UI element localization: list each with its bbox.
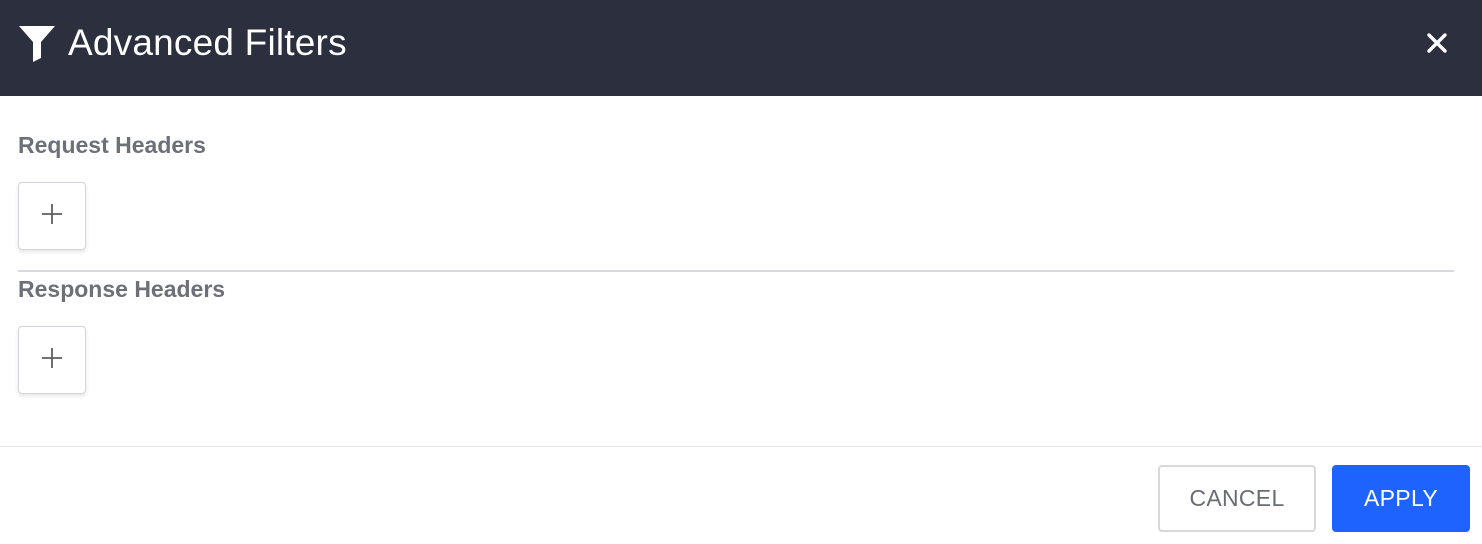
add-response-header-button[interactable] xyxy=(18,326,86,394)
dialog-header: Advanced Filters xyxy=(0,0,1482,96)
request-headers-label: Request Headers xyxy=(18,132,206,158)
cancel-button[interactable]: CANCEL xyxy=(1158,465,1316,532)
add-request-header-button[interactable] xyxy=(18,182,86,250)
dialog-title: Advanced Filters xyxy=(68,22,347,63)
close-icon[interactable] xyxy=(1422,28,1452,58)
plus-icon xyxy=(40,202,64,231)
apply-button[interactable]: APPLY xyxy=(1332,465,1470,532)
dialog-footer: CANCEL APPLY xyxy=(0,446,1482,544)
dialog-body: Request Headers Response Headers xyxy=(0,96,1482,446)
plus-icon xyxy=(40,346,64,375)
section-divider xyxy=(18,270,1454,272)
advanced-filters-dialog: Advanced Filters Request Headers Respons… xyxy=(0,0,1482,544)
filter-icon xyxy=(18,24,56,62)
response-headers-label: Response Headers xyxy=(18,276,226,302)
